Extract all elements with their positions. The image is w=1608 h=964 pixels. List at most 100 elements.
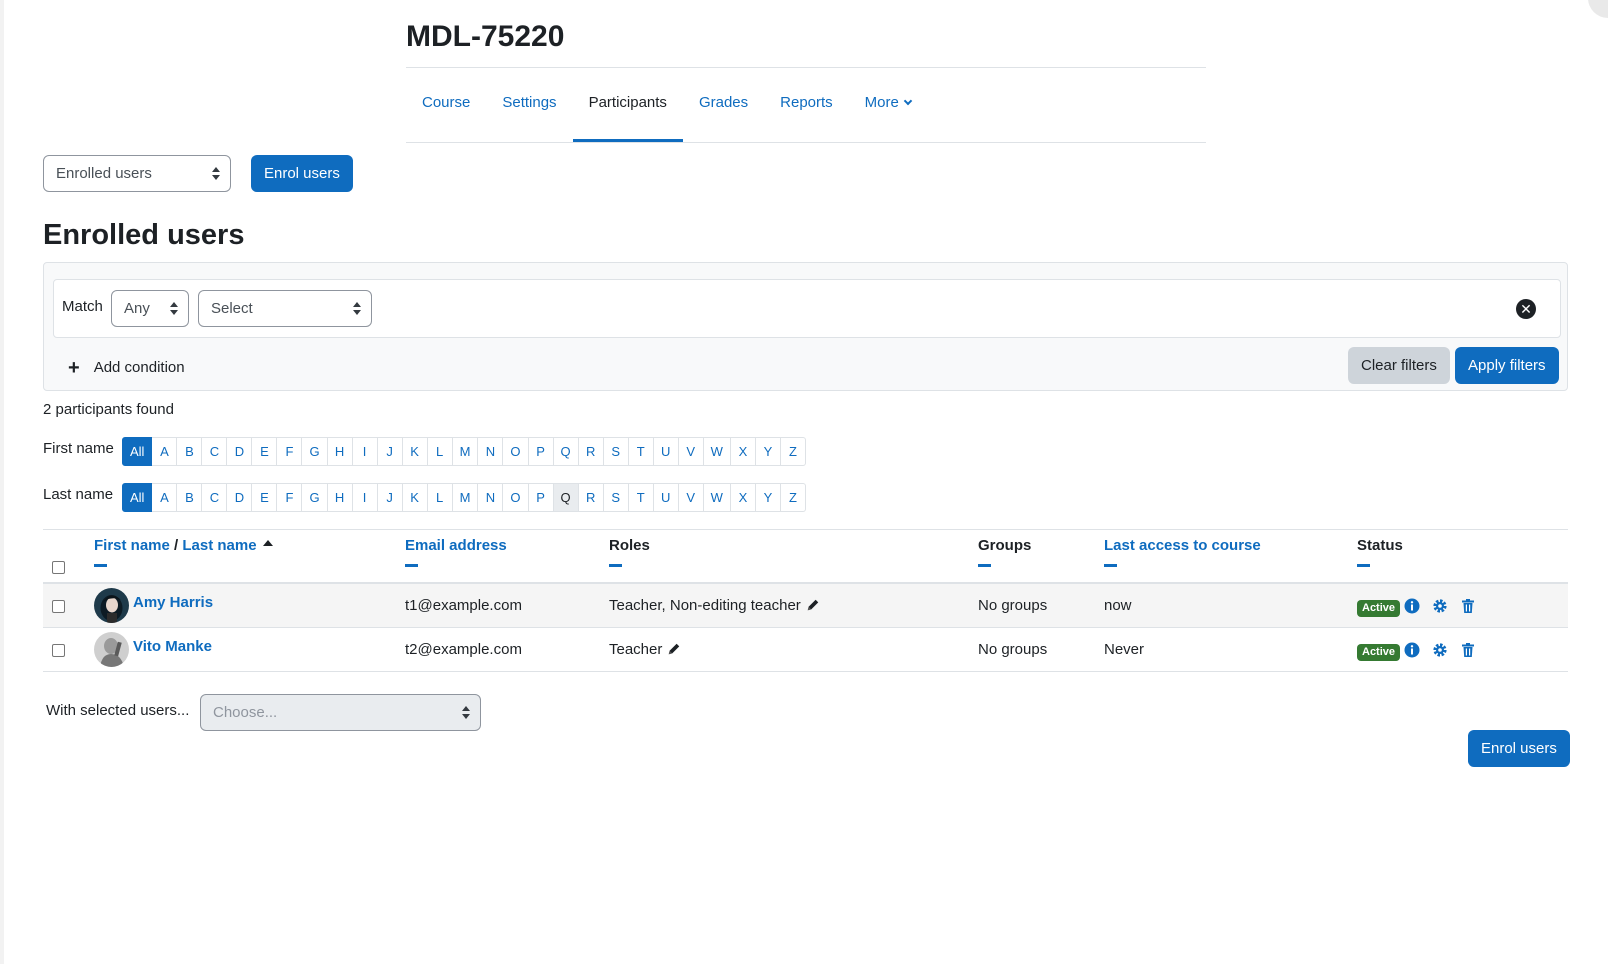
first-name-initial-a[interactable]: A [152, 437, 178, 466]
first-name-initial-o[interactable]: O [503, 437, 529, 466]
tab-more[interactable]: More [849, 68, 927, 142]
last-name-initial-x[interactable]: X [730, 483, 756, 512]
user-name-link[interactable]: Amy Harris [133, 594, 213, 611]
collapse-last-access-column-icon[interactable] [1104, 564, 1117, 567]
first-name-initial-m[interactable]: M [452, 437, 479, 466]
sort-first-name-link[interactable]: First name [94, 537, 170, 554]
enrol-users-button-bottom[interactable]: Enrol users [1468, 730, 1570, 767]
first-name-initial-x[interactable]: X [730, 437, 756, 466]
tab-participants[interactable]: Participants [572, 68, 684, 142]
last-name-initial-k[interactable]: K [402, 483, 428, 512]
info-icon[interactable] [1404, 642, 1420, 658]
select-all-checkbox[interactable] [52, 561, 65, 574]
tab-reports[interactable]: Reports [764, 68, 849, 142]
enrol-users-button-top[interactable]: Enrol users [251, 155, 353, 192]
first-name-initial-u[interactable]: U [653, 437, 679, 466]
last-name-initial-all[interactable]: All [122, 483, 153, 512]
first-name-initial-g[interactable]: G [302, 437, 328, 466]
first-name-initial-n[interactable]: N [478, 437, 504, 466]
tab-settings[interactable]: Settings [486, 68, 572, 142]
filter-type-select[interactable]: Select [198, 290, 372, 327]
first-name-initial-w[interactable]: W [703, 437, 731, 466]
last-name-initial-h[interactable]: H [327, 483, 353, 512]
last-name-initial-w[interactable]: W [703, 483, 731, 512]
first-name-initial-s[interactable]: S [603, 437, 629, 466]
filter-panel: Match Any Select ✕ + Add condition Clear … [43, 262, 1568, 391]
last-name-initial-i[interactable]: I [352, 483, 378, 512]
row-select-checkbox[interactable] [52, 644, 65, 657]
participants-view-select[interactable]: Enrolled users [43, 155, 231, 192]
last-name-initial-y[interactable]: Y [755, 483, 781, 512]
gear-icon[interactable] [1432, 598, 1448, 614]
last-name-initial-l[interactable]: L [427, 483, 453, 512]
collapse-name-column-icon[interactable] [94, 564, 107, 567]
apply-filters-button[interactable]: Apply filters [1455, 347, 1559, 384]
collapse-status-column-icon[interactable] [1357, 564, 1370, 567]
last-name-initial-b[interactable]: B [177, 483, 203, 512]
first-name-initial-b[interactable]: B [177, 437, 203, 466]
tab-course[interactable]: Course [406, 68, 486, 142]
sort-last-access-link[interactable]: Last access to course [1104, 537, 1261, 554]
trash-icon[interactable] [1460, 598, 1476, 614]
last-name-initial-d[interactable]: D [227, 483, 253, 512]
add-condition-button[interactable]: + Add condition [68, 355, 185, 379]
last-name-initial-e[interactable]: E [252, 483, 278, 512]
last-name-initial-u[interactable]: U [653, 483, 679, 512]
first-name-initial-f[interactable]: F [277, 437, 303, 466]
last-name-initial-s[interactable]: S [603, 483, 629, 512]
filter-type-select-value: Select [211, 300, 253, 317]
remove-filter-row-icon[interactable]: ✕ [1516, 299, 1536, 319]
filter-row: Match Any Select ✕ [53, 279, 1561, 338]
gear-icon[interactable] [1432, 642, 1448, 658]
tab-grades[interactable]: Grades [683, 68, 764, 142]
last-name-initial-t[interactable]: T [628, 483, 654, 512]
collapse-email-column-icon[interactable] [405, 564, 418, 567]
last-name-initial-v[interactable]: V [678, 483, 704, 512]
last-name-initial-f[interactable]: F [277, 483, 303, 512]
last-name-initial-z[interactable]: Z [780, 483, 806, 512]
last-name-initial-g[interactable]: G [302, 483, 328, 512]
row-select-checkbox[interactable] [52, 600, 65, 613]
sort-email-link[interactable]: Email address [405, 537, 507, 554]
first-name-initial-y[interactable]: Y [755, 437, 781, 466]
first-name-initial-h[interactable]: H [327, 437, 353, 466]
drawer-toggle-edge[interactable] [1588, 0, 1608, 18]
first-name-initial-l[interactable]: L [427, 437, 453, 466]
first-name-initial-t[interactable]: T [628, 437, 654, 466]
avatar[interactable] [94, 632, 129, 667]
last-name-initial-r[interactable]: R [578, 483, 604, 512]
last-name-initial-j[interactable]: J [377, 483, 403, 512]
first-name-initial-i[interactable]: I [352, 437, 378, 466]
last-name-initial-p[interactable]: P [528, 483, 554, 512]
collapse-groups-column-icon[interactable] [978, 564, 991, 567]
info-icon[interactable] [1404, 598, 1420, 614]
first-name-initial-k[interactable]: K [402, 437, 428, 466]
last-name-initial-q[interactable]: Q [553, 483, 579, 512]
user-roles-text: Teacher, Non-editing teacher [609, 597, 801, 614]
first-name-initial-v[interactable]: V [678, 437, 704, 466]
sort-last-name-link[interactable]: Last name [182, 537, 256, 554]
first-name-initial-c[interactable]: C [202, 437, 228, 466]
pencil-icon[interactable] [806, 598, 820, 612]
last-name-initial-a[interactable]: A [152, 483, 178, 512]
first-name-initial-q[interactable]: Q [553, 437, 579, 466]
first-name-initial-r[interactable]: R [578, 437, 604, 466]
first-name-initial-d[interactable]: D [227, 437, 253, 466]
first-name-initial-j[interactable]: J [377, 437, 403, 466]
user-name-link[interactable]: Vito Manke [133, 638, 212, 655]
pencil-icon[interactable] [667, 642, 681, 656]
first-name-initial-p[interactable]: P [528, 437, 554, 466]
last-name-initial-n[interactable]: N [478, 483, 504, 512]
avatar[interactable] [94, 588, 129, 623]
last-name-initial-c[interactable]: C [202, 483, 228, 512]
first-name-initial-e[interactable]: E [252, 437, 278, 466]
first-name-initial-z[interactable]: Z [780, 437, 806, 466]
match-select[interactable]: Any [111, 290, 189, 327]
first-name-initial-all[interactable]: All [122, 437, 153, 466]
bulk-action-select[interactable]: Choose... [200, 694, 481, 731]
collapse-roles-column-icon[interactable] [609, 564, 622, 567]
last-name-initial-o[interactable]: O [503, 483, 529, 512]
trash-icon[interactable] [1460, 642, 1476, 658]
last-name-initial-m[interactable]: M [452, 483, 479, 512]
clear-filters-button[interactable]: Clear filters [1348, 347, 1450, 384]
